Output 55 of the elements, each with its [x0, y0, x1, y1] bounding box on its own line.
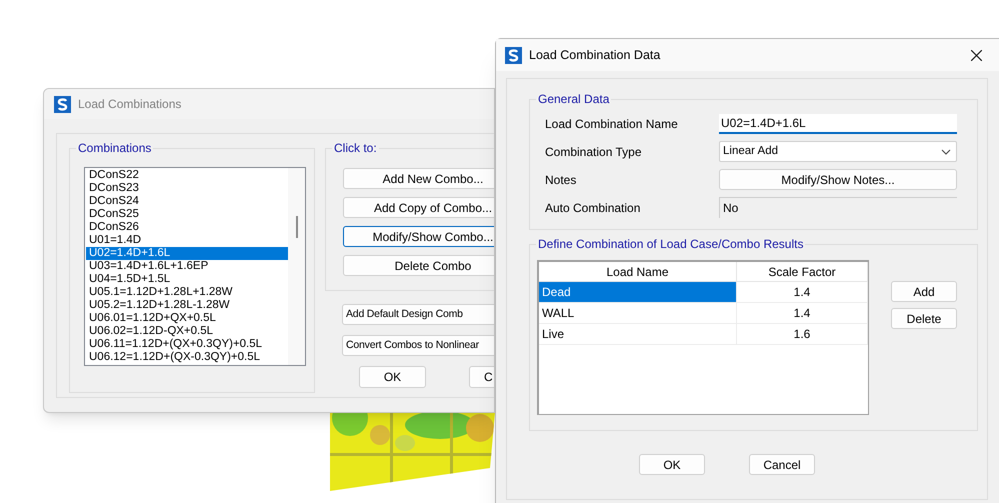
list-item[interactable]: DConS24: [86, 195, 288, 208]
chevron-down-icon: [941, 148, 951, 154]
list-item[interactable]: U05.1=1.12D+1.28L+1.28W: [86, 286, 288, 299]
list-item[interactable]: U01=1.4D: [86, 234, 288, 247]
field-label: Auto Combination: [545, 200, 642, 216]
field-label: Combination Type: [545, 144, 643, 160]
type-dropdown[interactable]: Linear Add: [719, 141, 957, 162]
list-item[interactable]: DConS22: [86, 169, 288, 182]
list-item[interactable]: U06.11=1.12D+(QX+0.3QY)+0.5L: [86, 338, 288, 351]
button[interactable]: Convert Combos to Nonlinear: [342, 335, 494, 356]
table-cell: 1.4: [737, 282, 868, 302]
list-item[interactable]: DConS25: [86, 208, 288, 221]
list-item[interactable]: U06.02=1.12D-QX+0.5L: [86, 325, 288, 338]
button[interactable]: Add: [891, 281, 957, 302]
field-label: Notes: [545, 172, 578, 188]
dropdown-value: Linear Add: [723, 144, 778, 159]
table-cell: WALL: [539, 303, 737, 323]
table-cell: 1.4: [737, 303, 868, 323]
button[interactable]: Cancel: [749, 454, 815, 475]
group-label: General Data: [536, 92, 612, 106]
table-cell: Dead: [539, 282, 737, 302]
auto-combination-field: No: [719, 197, 957, 218]
button[interactable]: Delete Combo: [343, 255, 494, 276]
app-logo-icon: [54, 96, 71, 112]
list-item[interactable]: U02=1.4D+1.6L: [86, 247, 288, 260]
table-cell: 1.6: [737, 324, 868, 344]
list-item[interactable]: U06.01=1.12D+QX+0.5L: [86, 312, 288, 325]
scrollbar[interactable]: [288, 168, 305, 365]
button[interactable]: C: [469, 366, 494, 388]
button[interactable]: Add New Combo...: [343, 168, 494, 189]
button[interactable]: OK: [359, 366, 426, 388]
button[interactable]: Add Default Design Comb: [342, 304, 494, 325]
button[interactable]: Delete: [891, 308, 957, 329]
app-logo-icon: [505, 46, 522, 64]
name-field[interactable]: U02=1.4D+1.6L: [719, 114, 957, 134]
button[interactable]: OK: [639, 454, 705, 475]
close-icon[interactable]: [971, 50, 982, 60]
field-label: Load Combination Name: [545, 116, 679, 132]
group-label: Define Combination of Load Case/Combo Results: [536, 237, 806, 251]
table-cell: Live: [539, 324, 737, 344]
list-item[interactable]: DConS26: [86, 221, 288, 234]
list-item[interactable]: U06.12=1.12D+(QX-0.3QY)+0.5L: [86, 351, 288, 364]
column-header[interactable]: Load Name: [539, 262, 737, 281]
window-title: Load Combinations: [78, 96, 182, 113]
button[interactable]: Modify/Show Notes...: [719, 169, 957, 190]
list-item[interactable]: U04=1.5D+1.5L: [86, 273, 288, 286]
group-label: Click to:: [332, 141, 379, 155]
window-title: Load Combination Data: [529, 46, 662, 64]
button[interactable]: Add Copy of Combo...: [343, 197, 494, 218]
group-label: Combinations: [76, 141, 154, 155]
list-item[interactable]: DConS23: [86, 182, 288, 195]
column-header[interactable]: Scale Factor: [737, 262, 868, 281]
button[interactable]: Modify/Show Combo...: [343, 226, 494, 247]
list-item[interactable]: U03=1.4D+1.6L+1.6EP: [86, 260, 288, 273]
list-item[interactable]: U05.2=1.12D+1.28L-1.28W: [86, 299, 288, 312]
